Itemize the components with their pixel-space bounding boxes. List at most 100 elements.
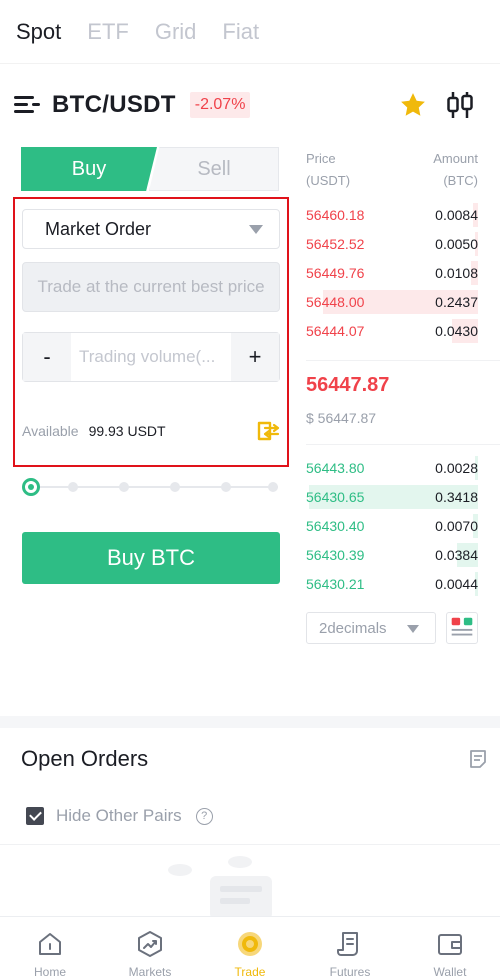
tab-fiat[interactable]: Fiat xyxy=(222,19,259,45)
available-value: 99.93 USDT xyxy=(88,423,166,439)
buy-btc-button[interactable]: Buy BTC xyxy=(22,532,280,584)
order-book-header: Price (USDT) Amount (BTC) xyxy=(306,148,478,192)
slider-mark-40[interactable] xyxy=(119,482,129,492)
ask-price: 56449.76 xyxy=(306,265,365,281)
ask-amount: 0.0050 xyxy=(435,236,478,252)
tab-spot[interactable]: Spot xyxy=(16,19,61,45)
amount-header-group: Amount (BTC) xyxy=(433,148,478,192)
bid-price: 56430.40 xyxy=(306,518,365,534)
price-field: Trade at the current best price xyxy=(22,262,280,312)
hide-other-pairs-checkbox[interactable] xyxy=(26,807,44,825)
available-balance: Available 99.93 USDT xyxy=(22,420,280,442)
order-type-label: Market Order xyxy=(45,218,152,239)
nav-home-label: Home xyxy=(33,965,66,979)
ask-price: 56448.00 xyxy=(306,294,365,310)
ask-amount: 0.2437 xyxy=(435,294,478,310)
caret-down-icon xyxy=(249,225,263,234)
order-book-layout-icon[interactable] xyxy=(446,612,478,644)
ask-row[interactable]: 56444.07 0.0430 xyxy=(306,317,478,345)
amount-header: Amount xyxy=(433,151,478,166)
volume-stepper: - + xyxy=(22,332,280,382)
bid-price: 56443.80 xyxy=(306,460,365,476)
bid-amount: 0.0384 xyxy=(435,547,478,563)
section-separator xyxy=(0,716,500,728)
pair-name[interactable]: BTC/USDT xyxy=(52,91,176,119)
decrease-volume-button[interactable]: - xyxy=(23,333,71,381)
trading-volume-input[interactable] xyxy=(71,333,231,381)
amount-unit: (BTC) xyxy=(443,173,478,188)
bid-row[interactable]: 56430.65 0.3418 xyxy=(306,483,478,511)
ask-row[interactable]: 56452.52 0.0050 xyxy=(306,230,478,258)
star-icon[interactable] xyxy=(398,90,428,120)
last-price-usd: $ 56447.87 xyxy=(306,410,377,426)
bid-amount: 0.0070 xyxy=(435,518,478,534)
candlestick-chart-icon[interactable] xyxy=(446,90,474,120)
ask-row[interactable]: 56448.00 0.2437 xyxy=(306,288,478,316)
decimals-select[interactable]: 2decimals xyxy=(306,612,436,644)
slider-handle[interactable] xyxy=(22,478,40,496)
hide-other-pairs-label: Hide Other Pairs xyxy=(56,806,182,825)
bottom-navigation: Home Markets Trade Futures Wallet xyxy=(0,916,500,980)
decimals-label: 2decimals xyxy=(319,619,387,637)
nav-wallet-label: Wallet xyxy=(433,965,467,979)
available-label: Available xyxy=(22,423,79,439)
ask-amount: 0.0430 xyxy=(435,323,478,339)
trade-icon xyxy=(238,932,262,956)
help-icon[interactable]: ? xyxy=(195,807,213,825)
nav-futures[interactable]: Futures xyxy=(300,917,400,980)
bid-price: 56430.65 xyxy=(306,489,365,505)
ask-price: 56452.52 xyxy=(306,236,365,252)
buy-tab[interactable]: Buy xyxy=(21,147,157,191)
nav-futures-label: Futures xyxy=(329,965,371,979)
transfer-icon[interactable] xyxy=(256,420,280,442)
open-orders-title: Open Orders xyxy=(21,746,149,771)
slider-mark-80[interactable] xyxy=(221,482,231,492)
last-price[interactable]: 56447.87 xyxy=(306,374,389,397)
empty-orders-illustration xyxy=(168,856,272,918)
order-history-icon[interactable] xyxy=(469,749,487,769)
nav-wallet[interactable]: Wallet xyxy=(400,917,500,980)
slider-mark-100[interactable] xyxy=(268,482,278,492)
amount-percent-slider[interactable] xyxy=(22,477,280,497)
order-book-divider xyxy=(306,360,500,361)
nav-trade-label: Trade xyxy=(234,965,266,979)
bid-price: 56430.21 xyxy=(306,576,365,592)
buy-sell-toggle: Buy Sell xyxy=(21,147,279,191)
nav-trade[interactable]: Trade xyxy=(200,917,300,980)
nav-home[interactable]: Home xyxy=(0,917,100,980)
pair-header: BTC/USDT -2.07% xyxy=(0,80,500,130)
wallet-icon xyxy=(438,934,462,955)
menu-icon[interactable] xyxy=(14,94,42,116)
ask-row[interactable]: 56449.76 0.0108 xyxy=(306,259,478,287)
bid-row[interactable]: 56430.39 0.0384 xyxy=(306,541,478,569)
markets-icon xyxy=(138,931,162,957)
bid-row[interactable]: 56430.21 0.0044 xyxy=(306,570,478,598)
slider-mark-20[interactable] xyxy=(68,482,78,492)
increase-volume-button[interactable]: + xyxy=(231,333,279,381)
ask-amount: 0.0084 xyxy=(435,207,478,223)
market-type-tabs: Spot ETF Grid Fiat xyxy=(0,0,500,64)
nav-markets[interactable]: Markets xyxy=(100,917,200,980)
price-change-badge: -2.07% xyxy=(189,92,251,118)
caret-down-icon xyxy=(407,625,419,633)
bid-row[interactable]: 56430.40 0.0070 xyxy=(306,512,478,540)
ask-amount: 0.0108 xyxy=(435,265,478,281)
tab-grid[interactable]: Grid xyxy=(155,19,197,45)
futures-icon xyxy=(337,932,358,956)
hide-other-pairs-toggle[interactable]: Hide Other Pairs ? xyxy=(26,806,213,826)
order-book-divider xyxy=(306,444,500,445)
bid-row[interactable]: 56443.80 0.0028 xyxy=(306,454,478,482)
slider-mark-60[interactable] xyxy=(170,482,180,492)
ask-price: 56460.18 xyxy=(306,207,365,223)
orders-divider xyxy=(0,844,500,845)
order-type-select[interactable]: Market Order xyxy=(22,209,280,249)
bid-amount: 0.0044 xyxy=(435,576,478,592)
sell-tab[interactable]: Sell xyxy=(149,147,279,191)
nav-markets-label: Markets xyxy=(128,965,172,979)
ask-row[interactable]: 56460.18 0.0084 xyxy=(306,201,478,229)
tab-etf[interactable]: ETF xyxy=(87,19,129,45)
bid-price: 56430.39 xyxy=(306,547,365,563)
bid-amount: 0.0028 xyxy=(435,460,478,476)
bid-amount: 0.3418 xyxy=(435,489,478,505)
home-icon xyxy=(39,933,61,955)
